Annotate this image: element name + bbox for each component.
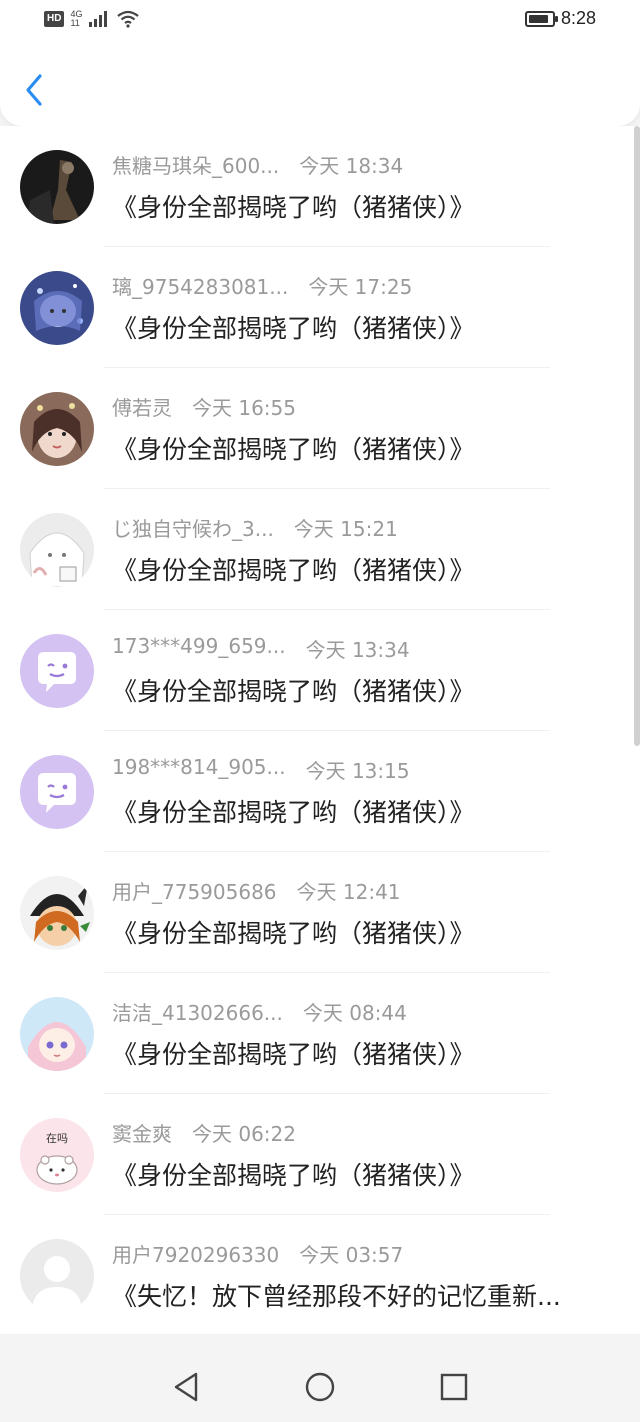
username[interactable]: 洁洁_41302666... [112,997,283,1026]
username[interactable]: 傅若灵 [112,392,172,421]
avatar[interactable] [20,513,94,587]
status-bar: HD 4G 11 8:28 [0,0,640,44]
network-sub: 11 [70,18,80,28]
timestamp: 今天 08:44 [302,1001,407,1025]
chevron-left-icon [26,74,42,106]
list-item[interactable]: 傅若灵 今天 16:55 《身份全部揭晓了哟（猪猪侠）》 [0,368,640,489]
avatar[interactable] [20,392,94,466]
list-item[interactable]: 用户7920296330 今天 03:57 《失忆！放下曾经那段不好的记忆重新... [0,1215,640,1334]
timestamp: 今天 06:22 [192,1122,296,1146]
username[interactable]: 窦金爽 [112,1118,172,1147]
item-title[interactable]: 《身份全部揭晓了哟（猪猪侠）》 [112,1035,475,1071]
back-button[interactable] [18,70,50,110]
avatar[interactable]: 在吗 [20,1118,94,1192]
username[interactable]: 璃_9754283081... [112,271,288,300]
item-title[interactable]: 《身份全部揭晓了哟（猪猪侠）》 [112,309,475,345]
avatar[interactable] [20,1239,94,1313]
timestamp: 今天 16:55 [192,396,296,420]
list-item[interactable]: 173***499_659... 今天 13:34 《身份全部揭晓了哟（猪猪侠）》 [0,610,640,731]
item-title[interactable]: 《身份全部揭晓了哟（猪猪侠）》 [112,914,475,950]
item-meta: 窦金爽 今天 06:22 [112,1118,296,1147]
item-title[interactable]: 《身份全部揭晓了哟（猪猪侠）》 [112,793,475,829]
avatar[interactable] [20,755,94,829]
username[interactable]: 用户7920296330 [112,1239,279,1268]
header [0,44,640,126]
wifi-icon [117,10,140,28]
avatar[interactable] [20,634,94,708]
nav-home-button[interactable] [302,1369,338,1405]
item-meta: じ独自守候わ_3... 今天 15:21 [112,513,398,542]
system-nav-bar [0,1352,640,1422]
item-meta: 洁洁_41302666... 今天 08:44 [112,997,407,1026]
network-type: 4G 11 [70,10,82,28]
username[interactable]: 用户_775905686 [112,876,277,905]
item-meta: 用户_775905686 今天 12:41 [112,876,401,905]
nav-back-button[interactable] [168,1369,204,1405]
triangle-back-icon [174,1372,198,1402]
list-item[interactable]: 198***814_905... 今天 13:15 《身份全部揭晓了哟（猪猪侠）》 [0,731,640,852]
hd-badge: HD [44,11,65,27]
item-meta: 173***499_659... 今天 13:34 [112,634,410,663]
clock: 8:28 [560,8,596,28]
avatar[interactable] [20,997,94,1071]
item-meta: 用户7920296330 今天 03:57 [112,1239,403,1268]
item-title[interactable]: 《身份全部揭晓了哟（猪猪侠）》 [112,1156,475,1192]
timestamp: 今天 13:34 [305,638,410,662]
battery-icon [524,10,558,27]
message-list: 焦糖马琪朵_600... 今天 18:34 《身份全部揭晓了哟（猪猪侠）》 璃_975… [0,126,640,1334]
item-meta: 198***814_905... 今天 13:15 [112,755,410,784]
item-title[interactable]: 《身份全部揭晓了哟（猪猪侠）》 [112,672,475,708]
list-item[interactable]: 在吗 窦金爽 今天 06:22 《身份全部揭晓了哟（猪猪侠）》 [0,1094,640,1215]
list-item[interactable]: 焦糖马琪朵_600... 今天 18:34 《身份全部揭晓了哟（猪猪侠）》 [0,126,640,247]
item-title[interactable]: 《身份全部揭晓了哟（猪猪侠）》 [112,430,475,466]
timestamp: 今天 13:15 [305,759,410,783]
list-item[interactable]: 用户_775905686 今天 12:41 《身份全部揭晓了哟（猪猪侠）》 [0,852,640,973]
avatar[interactable] [20,876,94,950]
avatar[interactable] [20,271,94,345]
timestamp: 今天 12:41 [296,880,401,904]
list-item[interactable]: 洁洁_41302666... 今天 08:44 《身份全部揭晓了哟（猪猪侠）》 [0,973,640,1094]
circle-home-icon [305,1372,335,1402]
svg-text:在吗: 在吗 [46,1132,68,1145]
item-meta: 璃_9754283081... 今天 17:25 [112,271,412,300]
signal-icon [89,11,108,27]
avatar[interactable] [20,150,94,224]
username[interactable]: 173***499_659... [112,634,286,658]
scrollbar[interactable] [634,126,640,746]
item-title[interactable]: 《失忆！放下曾经那段不好的记忆重新... [112,1277,561,1313]
username[interactable]: 198***814_905... [112,755,286,779]
item-title[interactable]: 《身份全部揭晓了哟（猪猪侠）》 [112,551,475,587]
status-right: 8:28 [524,8,596,29]
timestamp: 今天 03:57 [299,1243,404,1267]
username[interactable]: 焦糖马琪朵_600... [112,150,279,179]
item-meta: 傅若灵 今天 16:55 [112,392,296,421]
item-title[interactable]: 《身份全部揭晓了哟（猪猪侠）》 [112,188,475,224]
list-item[interactable]: 璃_9754283081... 今天 17:25 《身份全部揭晓了哟（猪猪侠）》 [0,247,640,368]
battery-level [528,14,548,23]
status-left: HD 4G 11 [44,10,140,28]
square-recent-icon [440,1373,468,1401]
timestamp: 今天 17:25 [308,275,413,299]
list-item[interactable]: じ独自守候わ_3... 今天 15:21 《身份全部揭晓了哟（猪猪侠）》 [0,489,640,610]
timestamp: 今天 15:21 [293,517,398,541]
username[interactable]: じ独自守候わ_3... [112,513,274,542]
timestamp: 今天 18:34 [299,154,404,178]
item-meta: 焦糖马琪朵_600... 今天 18:34 [112,150,403,179]
nav-recent-button[interactable] [436,1369,472,1405]
